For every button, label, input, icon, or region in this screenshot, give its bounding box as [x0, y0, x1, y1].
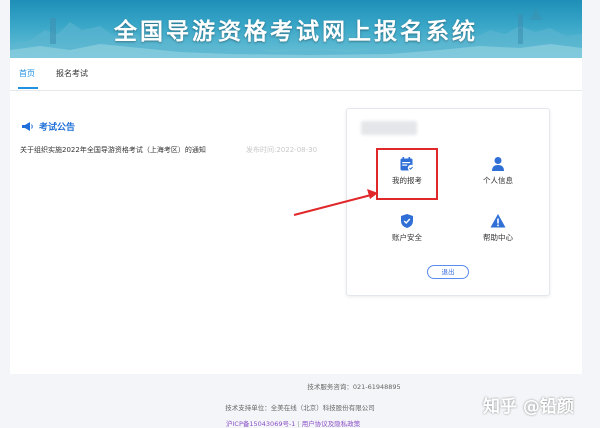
policy-link[interactable]: 用户协议及隐私政策 [302, 420, 361, 428]
icp-link[interactable]: 沪ICP备15043069号-1 [226, 420, 295, 428]
watermark: 知乎 @铅颜 [483, 397, 574, 417]
footer-icp-line: 沪ICP备15043069号-1 | 用户协议及隐私政策 [226, 420, 361, 428]
annotation-arrow [293, 189, 378, 216]
footer-phone: 技术服务咨询：021-61948895 [307, 383, 401, 391]
